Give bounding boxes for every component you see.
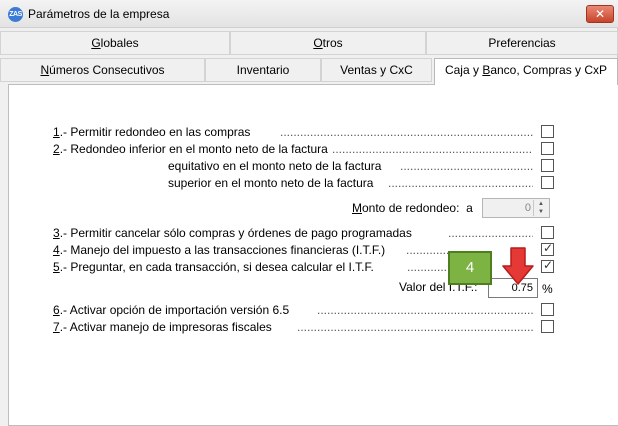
tab-row-bottom: Números Consecutivos Inventario Ventas y… — [0, 58, 618, 85]
leader-dots: ........................................… — [317, 303, 533, 317]
option-1-number: 1 — [53, 125, 60, 139]
window-title: Parámetros de la empresa — [28, 7, 170, 21]
tab-globales-label: lobales — [100, 36, 139, 50]
parametros-window: ZAS Parámetros de la empresa ✕ Globales … — [0, 0, 618, 426]
option-3-label: .- Permitir cancelar sólo compras y órde… — [59, 226, 412, 240]
option-2c-label: superior en el monto neto de la factura — [168, 176, 374, 190]
option-2-label: .- Redondeo inferior en el monto neto de… — [59, 142, 328, 156]
option-2-number: 2 — [53, 142, 60, 156]
leader-dots: ........................................… — [297, 320, 533, 334]
option-6-label: .- Activar opción de importación versión… — [59, 303, 290, 317]
tab-numeros-accel: N — [40, 63, 50, 77]
tab-numeros-consecutivos[interactable]: Números Consecutivos — [0, 58, 205, 82]
option-5-checkbox[interactable] — [541, 258, 554, 273]
tab-row-top: Globales Otros Preferencias — [0, 31, 618, 55]
leader-dots: ........................................… — [400, 159, 533, 173]
option-1-label: .- Permitir redondeo en las compras — [59, 125, 251, 139]
monto-redondeo-value: 0 — [524, 202, 531, 214]
option-6-number: 6 — [53, 303, 60, 317]
option-2-row: 2.- Redondeo inferior en el monto neto d… — [53, 142, 533, 158]
option-1-row: 1.- Permitir redondeo en las compras....… — [53, 125, 533, 141]
option-2-checkbox[interactable] — [541, 142, 554, 155]
option-5-number: 5 — [53, 260, 60, 274]
option-2b-checkbox[interactable] — [541, 159, 554, 172]
monto-redondeo-label: Monto de redondeo: — [352, 201, 460, 215]
option-4-label: .- Manejo del impuesto a las transaccion… — [59, 243, 386, 257]
option-3-checkbox[interactable] — [541, 226, 554, 239]
leader-dots: ........................................… — [448, 226, 533, 240]
option-4-number: 4 — [53, 243, 60, 257]
close-button[interactable]: ✕ — [586, 5, 614, 23]
leader-dots: ........................................… — [280, 125, 533, 139]
option-5-label: .- Preguntar, en cada transacción, si de… — [59, 260, 374, 274]
leader-dots: ........................................… — [332, 142, 533, 156]
tab-preferencias[interactable]: Preferencias — [426, 31, 618, 55]
title-bar: ZAS Parámetros de la empresa ✕ — [0, 0, 618, 28]
monto-redondeo-stepper[interactable]: 0 ▲ ▼ — [482, 198, 550, 218]
leader-dots: ........................................… — [388, 176, 533, 190]
option-7-checkbox[interactable] — [541, 320, 554, 333]
tab-globales[interactable]: Globales — [0, 31, 230, 55]
leader-dots: ........................................… — [407, 260, 453, 274]
option-2c-checkbox[interactable] — [541, 176, 554, 189]
option-2b-label: equitativo en el monto neto de la factur… — [168, 159, 382, 173]
tab-otros-accel: O — [313, 36, 323, 50]
option-3-number: 3 — [53, 226, 60, 240]
itf-unit: % — [542, 282, 553, 296]
tab-inventario[interactable]: Inventario — [205, 58, 321, 82]
tab-caja-label: Caja y Banco, Compras y CxP — [444, 63, 608, 77]
option-7-label: .- Activar manejo de impresoras fiscales — [59, 320, 272, 334]
option-7-number: 7 — [53, 320, 60, 334]
option-4-checkbox[interactable] — [541, 241, 554, 256]
option-2c-row: superior en el monto neto de la factura.… — [168, 176, 533, 192]
tab-ventas-label: Ventas y CxC — [340, 63, 413, 77]
option-7-row: 7.- Activar manejo de impresoras fiscale… — [53, 320, 533, 336]
option-3-row: 3.- Permitir cancelar sólo compras y órd… — [53, 226, 533, 242]
tab-caja-banco-compras-cxp[interactable]: Caja y Banco, Compras y CxP — [434, 58, 618, 85]
tab-ventas-cxc[interactable]: Ventas y CxC — [321, 58, 432, 82]
app-logo-icon: ZAS — [8, 7, 23, 22]
tab-numeros-label: úmeros Consecutivos — [49, 63, 165, 77]
step-number-badge: 4 — [448, 251, 492, 285]
red-arrow-icon — [502, 247, 534, 285]
tab-otros-label: tros — [322, 36, 343, 50]
stepper-arrows-icon[interactable]: ▲ ▼ — [533, 200, 548, 216]
tab-inventario-label: Inventario — [236, 63, 290, 77]
option-1-checkbox[interactable] — [541, 125, 554, 138]
option-6-checkbox[interactable] — [541, 303, 554, 316]
tab-otros[interactable]: Otros — [230, 31, 426, 55]
option-4-row: 4.- Manejo del impuesto a las transaccio… — [53, 243, 473, 259]
monto-redondeo-suffix: a — [466, 201, 473, 215]
monto-redondeo-row: Monto de redondeo: a — [352, 201, 492, 217]
option-6-row: 6.- Activar opción de importación versió… — [53, 303, 533, 319]
tab-preferencias-label: Preferencias — [488, 36, 556, 50]
tab-globales-accel: G — [91, 36, 101, 50]
option-5-row: 5.- Preguntar, en cada transacción, si d… — [53, 260, 453, 276]
option-2b-row: equitativo en el monto neto de la factur… — [168, 159, 533, 175]
